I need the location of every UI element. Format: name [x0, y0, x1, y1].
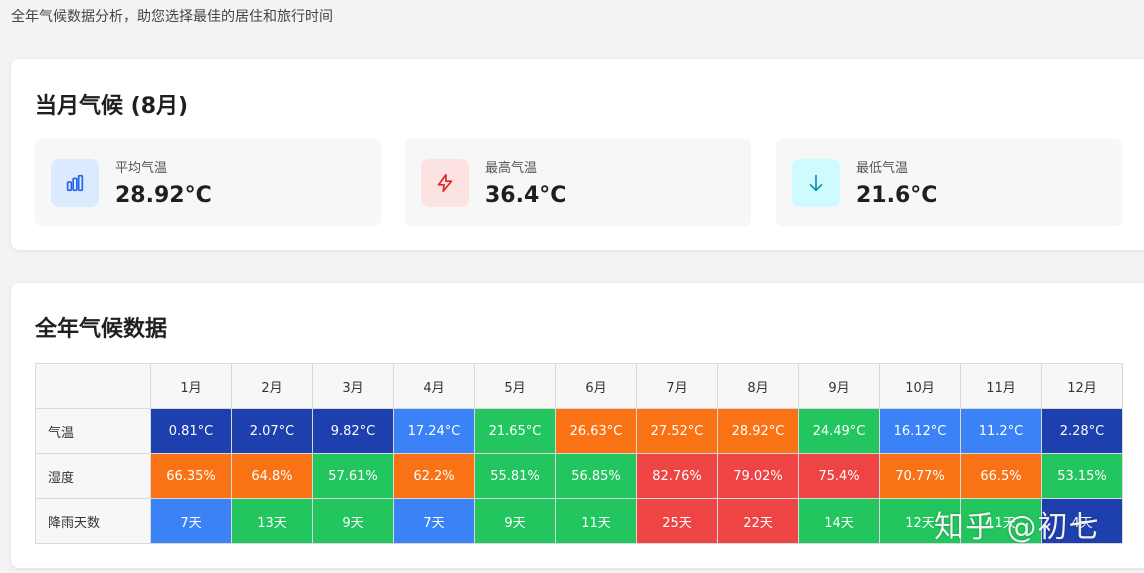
- min-temp-label: 最低气温: [856, 161, 909, 176]
- table-cell: 66.5%: [960, 453, 1042, 499]
- month-header: 1月: [150, 363, 232, 409]
- month-header: 3月: [312, 363, 394, 409]
- table-cell: 17.24°C: [393, 408, 475, 454]
- table-cell: 7天: [393, 498, 475, 544]
- avg-temp-value: 28.92°C: [115, 183, 212, 208]
- table-cell: 82.76%: [636, 453, 718, 499]
- avg-temp-stat: 平均气温 28.92°C: [35, 139, 381, 226]
- month-header: 8月: [717, 363, 799, 409]
- month-header: 12月: [1041, 363, 1123, 409]
- month-header: 6月: [555, 363, 637, 409]
- table-cell: 7天: [150, 498, 232, 544]
- table-header-row: 1月 2月 3月 4月 5月 6月 7月 8月 9月 10月 11月 12月: [35, 363, 1123, 409]
- table-cell: 26.63°C: [555, 408, 637, 454]
- table-cell: 13天: [231, 498, 313, 544]
- month-header: 11月: [960, 363, 1042, 409]
- month-header: 5月: [474, 363, 556, 409]
- table-cell: 56.85%: [555, 453, 637, 499]
- annual-climate-title: 全年气候数据: [35, 317, 168, 342]
- min-temp-stat: 最低气温 21.6°C: [776, 139, 1122, 226]
- table-cell: 9.82°C: [312, 408, 394, 454]
- table-cell: 22天: [717, 498, 799, 544]
- avg-temp-label: 平均气温: [115, 161, 168, 176]
- row-label: 气温: [35, 408, 151, 454]
- current-month-title: 当月气候 (8月): [35, 94, 189, 119]
- table-cell: 66.35%: [150, 453, 232, 499]
- month-header: 10月: [879, 363, 961, 409]
- table-cell: 2.28°C: [1041, 408, 1123, 454]
- table-row: 湿度 66.35% 64.8% 57.61% 62.2% 55.81% 56.85% 82.7…: [35, 453, 1123, 499]
- max-temp-value: 36.4°C: [485, 183, 567, 208]
- current-month-card: 当月气候 (8月) 平均气温 28.92°C 最高气温 36.4°C 最低气温 …: [11, 59, 1144, 250]
- month-header: 7月: [636, 363, 718, 409]
- month-header: 2月: [231, 363, 313, 409]
- table-cell: 21.65°C: [474, 408, 556, 454]
- table-cell: 2.07°C: [231, 408, 313, 454]
- table-cell: 79.02%: [717, 453, 799, 499]
- watermark: 知乎 @初七: [934, 510, 1100, 545]
- table-cell: 14天: [798, 498, 880, 544]
- table-cell: 27.52°C: [636, 408, 718, 454]
- row-label: 降雨天数: [35, 498, 151, 544]
- table-corner: [35, 363, 151, 409]
- table-cell: 11天: [555, 498, 637, 544]
- table-cell: 57.61%: [312, 453, 394, 499]
- row-label: 湿度: [35, 453, 151, 499]
- table-cell: 53.15%: [1041, 453, 1123, 499]
- table-cell: 55.81%: [474, 453, 556, 499]
- table-cell: 9天: [474, 498, 556, 544]
- table-cell: 24.49°C: [798, 408, 880, 454]
- table-cell: 11.2°C: [960, 408, 1042, 454]
- table-cell: 0.81°C: [150, 408, 232, 454]
- table-cell: 28.92°C: [717, 408, 799, 454]
- bar-chart-icon: [51, 159, 99, 207]
- table-cell: 16.12°C: [879, 408, 961, 454]
- table-cell: 75.4%: [798, 453, 880, 499]
- month-header: 4月: [393, 363, 475, 409]
- lightning-icon: [421, 159, 469, 207]
- arrow-down-icon: [792, 159, 840, 207]
- max-temp-stat: 最高气温 36.4°C: [405, 139, 751, 226]
- table-row: 气温 0.81°C 2.07°C 9.82°C 17.24°C 21.65°C 26.63°…: [35, 408, 1123, 454]
- max-temp-label: 最高气温: [485, 161, 538, 176]
- table-cell: 9天: [312, 498, 394, 544]
- table-cell: 64.8%: [231, 453, 313, 499]
- table-cell: 70.77%: [879, 453, 961, 499]
- month-header: 9月: [798, 363, 880, 409]
- table-cell: 62.2%: [393, 453, 475, 499]
- min-temp-value: 21.6°C: [856, 183, 938, 208]
- table-cell: 25天: [636, 498, 718, 544]
- page-subtitle: 全年气候数据分析，助您选择最佳的居住和旅行时间: [11, 9, 333, 25]
